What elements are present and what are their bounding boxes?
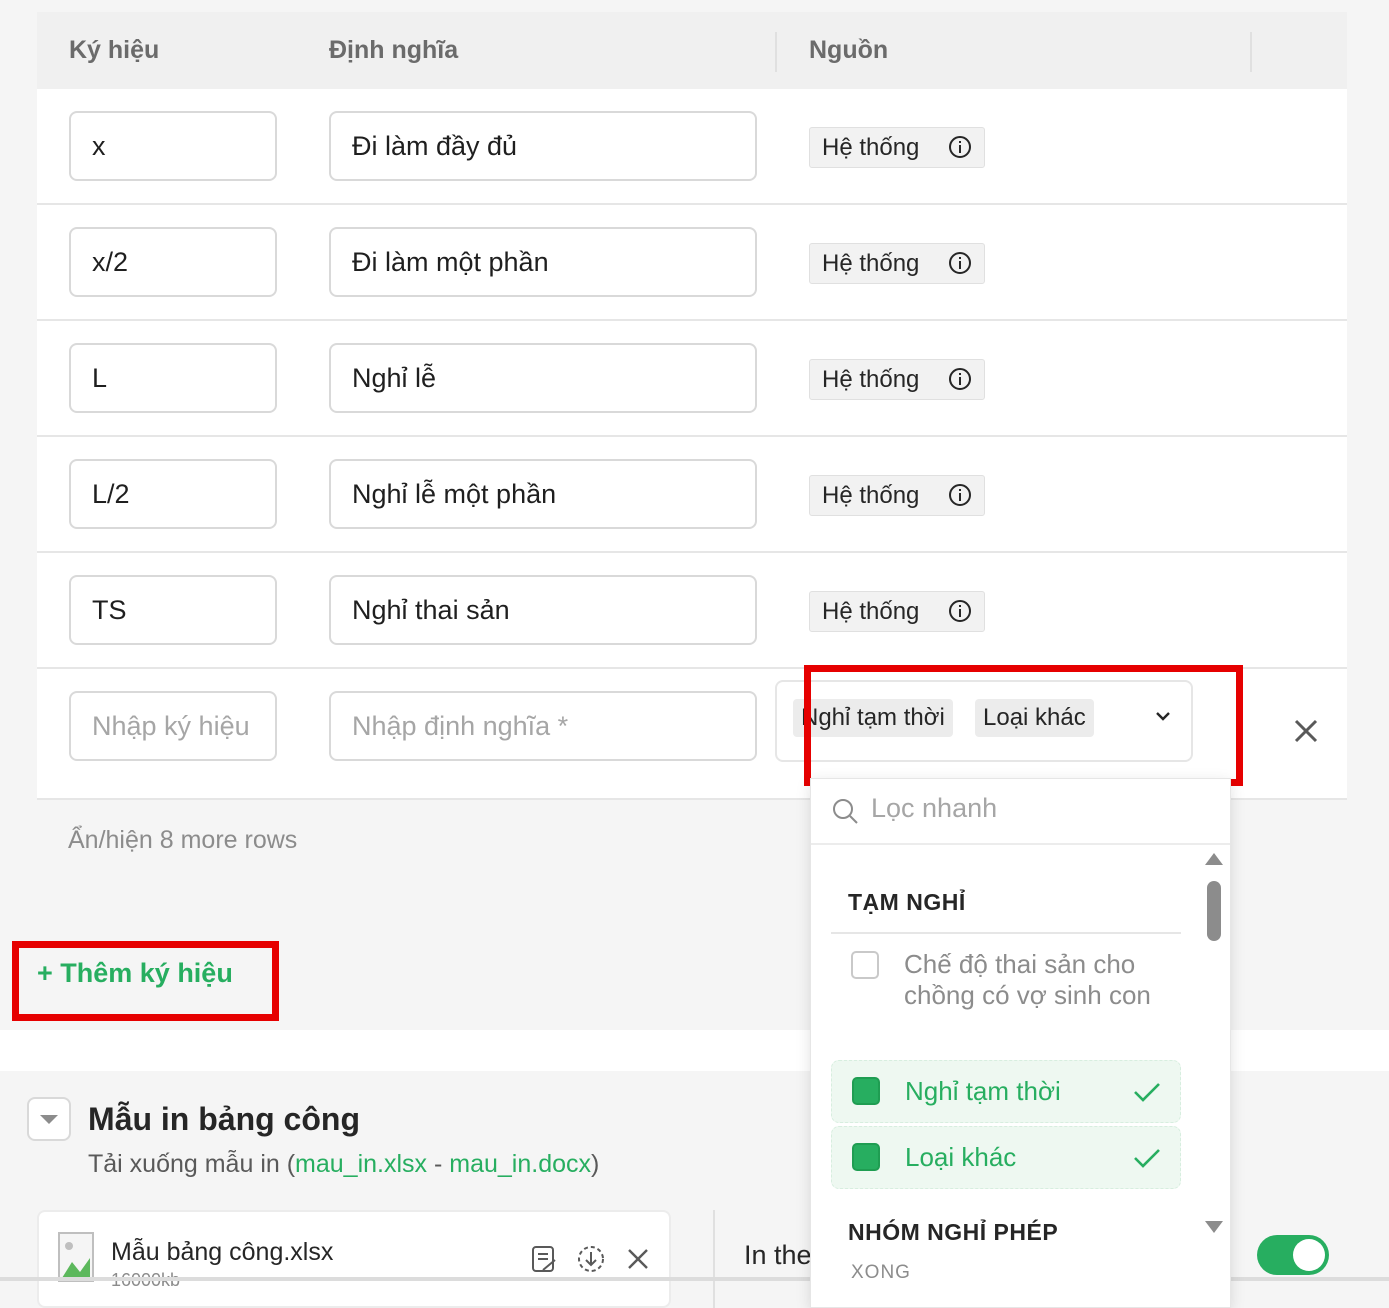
dropdown-scrollbar[interactable] bbox=[1207, 881, 1221, 941]
download-xlsx-link[interactable]: mau_in.xlsx bbox=[295, 1150, 427, 1178]
scroll-down-icon[interactable] bbox=[1205, 1221, 1223, 1233]
source-label: Hệ thống bbox=[822, 366, 920, 393]
subtitle-text: Tải xuống mẫu in ( bbox=[88, 1150, 296, 1178]
source-tag: Hệ thống bbox=[809, 591, 985, 632]
subtitle-separator: - bbox=[427, 1150, 450, 1178]
group-divider bbox=[831, 932, 1181, 934]
source-label: Hệ thống bbox=[822, 598, 920, 625]
highlight-box bbox=[804, 665, 1243, 786]
file-card: Mẫu bảng công.xlsx 16000kb bbox=[37, 1210, 671, 1308]
definition-input[interactable]: Đi làm đầy đủ bbox=[329, 111, 757, 181]
checkbox[interactable] bbox=[851, 951, 879, 979]
source-tag: Hệ thống bbox=[809, 359, 985, 400]
file-thumbnail-icon bbox=[58, 1232, 94, 1282]
header-definition: Định nghĩa bbox=[329, 36, 459, 64]
info-icon[interactable] bbox=[948, 367, 972, 391]
done-button[interactable]: XONG bbox=[851, 1262, 911, 1284]
table-row: L Nghỉ lễ Hệ thống bbox=[37, 321, 1347, 437]
source-label: Hệ thống bbox=[822, 482, 920, 509]
highlight-box bbox=[12, 941, 279, 1021]
caret-down-icon bbox=[40, 1115, 58, 1124]
subtitle-text: ) bbox=[591, 1150, 600, 1178]
symbol-input[interactable]: x/2 bbox=[69, 227, 277, 297]
source-tag: Hệ thống bbox=[809, 243, 985, 284]
symbol-input[interactable]: L/2 bbox=[69, 459, 277, 529]
definition-input[interactable]: Nghỉ lễ một phần bbox=[329, 459, 757, 529]
table-header: Ký hiệu Định nghĩa Nguồn bbox=[37, 12, 1347, 89]
dropdown-option[interactable]: Loại khác bbox=[831, 1126, 1181, 1189]
checkbox-checked[interactable] bbox=[852, 1077, 880, 1105]
option-label: Loại khác bbox=[905, 1142, 1017, 1172]
symbol-input[interactable]: x bbox=[69, 111, 277, 181]
header-symbol: Ký hiệu bbox=[69, 36, 160, 64]
scroll-up-icon[interactable] bbox=[1205, 853, 1223, 865]
new-symbol-input[interactable]: Nhập ký hiệu bbox=[69, 691, 277, 761]
quick-filter-input[interactable]: Lọc nhanh bbox=[871, 793, 997, 824]
symbol-input[interactable]: L bbox=[69, 343, 277, 413]
source-tag: Hệ thống bbox=[809, 475, 985, 516]
table-row: L/2 Nghỉ lễ một phần Hệ thống bbox=[37, 437, 1347, 553]
header-divider bbox=[1250, 32, 1252, 72]
table-row: x/2 Đi làm một phần Hệ thống bbox=[37, 205, 1347, 321]
dropdown-option[interactable]: Chế độ thai sản cho chồng có vợ sinh con bbox=[831, 943, 1181, 1053]
source-label: Hệ thống bbox=[822, 250, 920, 277]
header-source: Nguồn bbox=[809, 36, 889, 64]
dropdown-search: Lọc nhanh bbox=[811, 779, 1230, 845]
option-label: Nghỉ tạm thời bbox=[905, 1076, 1061, 1106]
table-row: TS Nghỉ thai sản Hệ thống bbox=[37, 553, 1347, 669]
search-icon bbox=[833, 799, 858, 824]
symbol-input[interactable]: TS bbox=[69, 575, 277, 645]
vertical-divider bbox=[713, 1210, 715, 1308]
info-icon[interactable] bbox=[948, 483, 972, 507]
check-icon bbox=[1134, 1149, 1160, 1168]
new-definition-input[interactable]: Nhập định nghĩa * bbox=[329, 691, 757, 761]
toggle-knob bbox=[1293, 1239, 1325, 1271]
toggle-rows-link[interactable]: Ẩn/hiện 8 more rows bbox=[68, 826, 297, 855]
collapse-button[interactable] bbox=[27, 1097, 71, 1141]
section-title: Mẫu in bảng công bbox=[88, 1101, 360, 1137]
definition-input[interactable]: Nghỉ lễ bbox=[329, 343, 757, 413]
dropdown-option[interactable]: Nghỉ tạm thời bbox=[831, 1060, 1181, 1123]
print-option-label: In the bbox=[744, 1240, 812, 1270]
checkbox-checked[interactable] bbox=[852, 1143, 880, 1171]
source-tag: Hệ thống bbox=[809, 127, 985, 168]
definition-input[interactable]: Nghỉ thai sản bbox=[329, 575, 757, 645]
file-name: Mẫu bảng công.xlsx bbox=[111, 1238, 334, 1266]
download-docx-link[interactable]: mau_in.docx bbox=[449, 1150, 591, 1178]
definition-input[interactable]: Đi làm một phần bbox=[329, 227, 757, 297]
check-icon bbox=[1134, 1083, 1160, 1102]
close-icon[interactable] bbox=[1292, 717, 1320, 745]
info-icon[interactable] bbox=[948, 599, 972, 623]
option-label: Chế độ thai sản cho chồng có vợ sinh con bbox=[904, 949, 1151, 1010]
edit-file-icon[interactable] bbox=[529, 1244, 559, 1274]
print-toggle[interactable] bbox=[1257, 1235, 1329, 1275]
remove-file-icon[interactable] bbox=[623, 1244, 653, 1274]
info-icon[interactable] bbox=[948, 135, 972, 159]
download-icon[interactable] bbox=[576, 1244, 606, 1274]
group-label: NHÓM NGHỈ PHÉP bbox=[848, 1219, 1059, 1245]
source-dropdown-menu: Lọc nhanh TẠM NGHỈ Chế độ thai sản cho c… bbox=[810, 778, 1231, 1308]
table-row: x Đi làm đầy đủ Hệ thống bbox=[37, 89, 1347, 205]
group-label: TẠM NGHỈ bbox=[848, 889, 966, 915]
info-icon[interactable] bbox=[948, 251, 972, 275]
source-label: Hệ thống bbox=[822, 134, 920, 161]
header-divider bbox=[775, 32, 777, 72]
section-subtitle: Tải xuống mẫu in (mau_in.xlsx - mau_in.d… bbox=[88, 1150, 599, 1179]
